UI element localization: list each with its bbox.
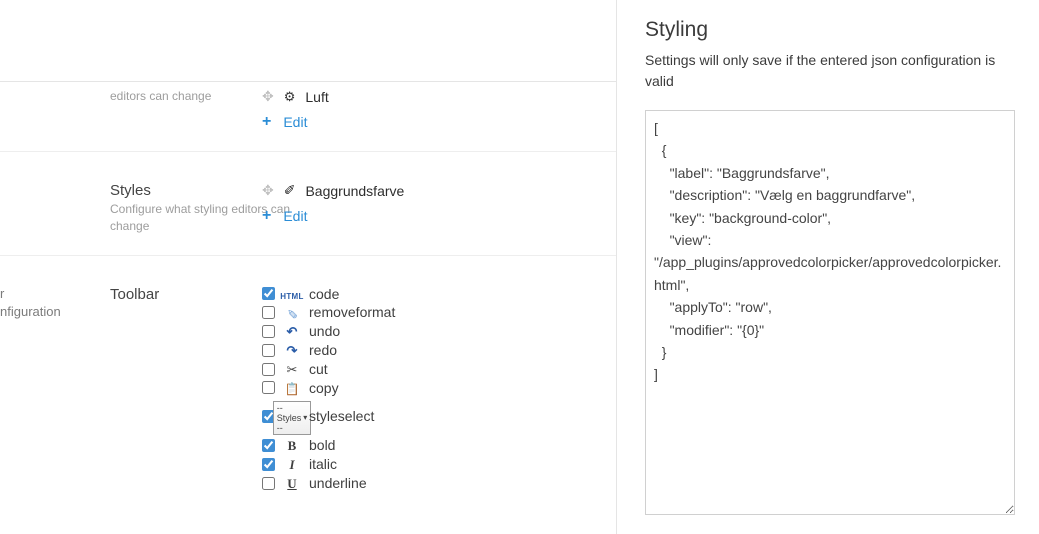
italic-icon: I (283, 456, 301, 473)
toolbar-checkbox-bold[interactable] (262, 439, 275, 452)
toolbar-checkbox-underline[interactable] (262, 477, 275, 490)
settings-item-label[interactable]: Luft (305, 89, 328, 105)
toolbar-option-bold: Bbold (262, 437, 616, 454)
toolbar-checkbox-removeformat[interactable] (262, 306, 275, 319)
styles-item-label[interactable]: Baggrundsfarve (305, 183, 404, 199)
bold-icon: B (283, 437, 301, 454)
styles-edit-label: Edit (283, 208, 307, 224)
toolbar-option-label: removeformat (309, 304, 395, 320)
gear-icon (284, 88, 296, 105)
left-nav-fragment: r nfiguration (0, 282, 58, 494)
toolbar-option-undo: undo (262, 323, 616, 340)
styling-title: Styling (645, 18, 1015, 42)
styles-edit-button[interactable]: + Edit (262, 207, 616, 225)
redo-icon (283, 342, 301, 359)
drag-handle-icon[interactable]: ✥ (262, 182, 274, 199)
toolbar-option-label: styleselect (309, 408, 374, 424)
toolbar-checkbox-italic[interactable] (262, 458, 275, 471)
toolbar-option-label: copy (309, 380, 339, 396)
styling-json-textarea[interactable] (645, 110, 1015, 515)
toolbar-option-removeformat: removeformat (262, 304, 616, 321)
toolbar-options-list: HTML code removeformat undo redo cut copy -- St… (262, 282, 616, 494)
drag-handle-icon[interactable]: ✥ (262, 88, 274, 105)
toolbar-option-label: underline (309, 475, 367, 491)
plus-icon: + (262, 113, 271, 131)
toolbar-checkbox-cut[interactable] (262, 363, 275, 376)
settings-edit-button[interactable]: + Edit (262, 113, 616, 131)
toolbar-option-label: redo (309, 342, 337, 358)
styles-icon: -- Styles -- (283, 398, 301, 435)
toolbar-option-label: italic (309, 456, 337, 472)
styling-panel: Styling Settings will only save if the e… (616, 0, 1039, 534)
toolbar-option-label: bold (309, 437, 335, 453)
blank-header (0, 0, 616, 82)
toolbar-option-label: cut (309, 361, 328, 377)
cut-icon (283, 361, 301, 378)
styling-hint: Settings will only save if the entered j… (645, 50, 1015, 92)
toolbar-option-redo: redo (262, 342, 616, 359)
toolbar-option-code: HTML code (262, 286, 616, 302)
toolbar-option-label: undo (309, 323, 340, 339)
toolbar-option-styleselect: -- Styles -- styleselect (262, 398, 616, 435)
erase-icon (283, 304, 301, 321)
toolbar-option-italic: Iitalic (262, 456, 616, 473)
toolbar-option-label: code (309, 286, 339, 302)
undo-icon (283, 323, 301, 340)
toolbar-checkbox-redo[interactable] (262, 344, 275, 357)
underline-icon: U (283, 475, 301, 492)
html-icon: HTML (283, 286, 301, 302)
toolbar-checkbox-code[interactable] (262, 287, 275, 300)
toolbar-option-cut: cut (262, 361, 616, 378)
toolbar-option-underline: Uunderline (262, 475, 616, 492)
pencil-icon (284, 182, 296, 199)
copy-icon (283, 380, 301, 396)
settings-edit-label: Edit (283, 114, 307, 130)
toolbar-checkbox-undo[interactable] (262, 325, 275, 338)
toolbar-checkbox-copy[interactable] (262, 381, 275, 394)
plus-icon: + (262, 207, 271, 225)
toolbar-option-copy: copy (262, 380, 616, 396)
